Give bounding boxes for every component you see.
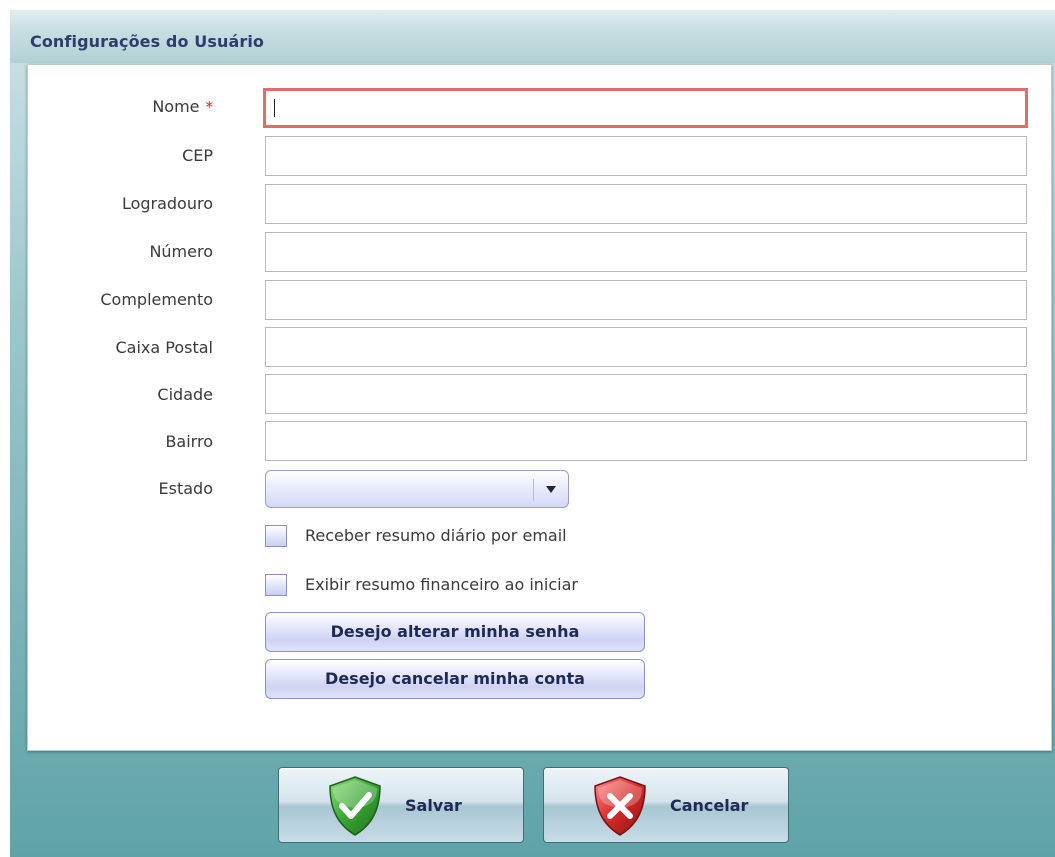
complemento-label: Complemento [100, 290, 213, 309]
save-button[interactable]: Salvar [278, 767, 524, 843]
bairro-input[interactable] [265, 421, 1027, 461]
user-settings-window: Configurações do Usuário Nome * CEP Logra… [10, 10, 1055, 857]
caixa-postal-input[interactable] [265, 327, 1027, 367]
numero-label: Número [149, 242, 213, 261]
estado-label: Estado [158, 479, 213, 498]
complemento-input[interactable] [265, 280, 1027, 320]
nome-label: Nome * [13, 96, 213, 118]
required-asterisk-icon: * [205, 98, 214, 116]
cidade-input[interactable] [265, 374, 1027, 414]
title-bar: Configurações do Usuário [10, 10, 1055, 63]
financial-summary-label[interactable]: Exibir resumo financeiro ao iniciar [305, 575, 578, 594]
cancel-account-button[interactable]: Desejo cancelar minha conta [265, 659, 645, 699]
cidade-label: Cidade [157, 385, 213, 404]
logradouro-input[interactable] [265, 184, 1027, 224]
text-caret [274, 99, 275, 117]
daily-summary-checkbox[interactable] [265, 525, 287, 547]
nome-label-text: Nome [152, 97, 200, 116]
window-title: Configurações do Usuário [30, 32, 265, 51]
daily-summary-label[interactable]: Receber resumo diário por email [305, 526, 567, 545]
caixa-postal-label: Caixa Postal [115, 338, 213, 357]
chevron-down-icon[interactable] [546, 486, 556, 493]
financial-summary-checkbox[interactable] [265, 574, 287, 596]
cancel-button[interactable]: Cancelar [543, 767, 789, 843]
estado-divider [533, 479, 534, 501]
cep-input[interactable] [265, 136, 1027, 176]
change-password-button[interactable]: Desejo alterar minha senha [265, 612, 645, 652]
save-label: Salvar [405, 796, 462, 815]
cancel-label: Cancelar [670, 796, 749, 815]
estado-select[interactable] [265, 470, 569, 508]
form-panel: Nome * CEP Logradouro Número Complemento … [27, 64, 1052, 751]
bairro-label: Bairro [165, 432, 213, 451]
cep-label: CEP [182, 146, 213, 165]
nome-input[interactable] [263, 88, 1028, 128]
numero-input[interactable] [265, 232, 1027, 272]
logradouro-label: Logradouro [121, 194, 213, 213]
